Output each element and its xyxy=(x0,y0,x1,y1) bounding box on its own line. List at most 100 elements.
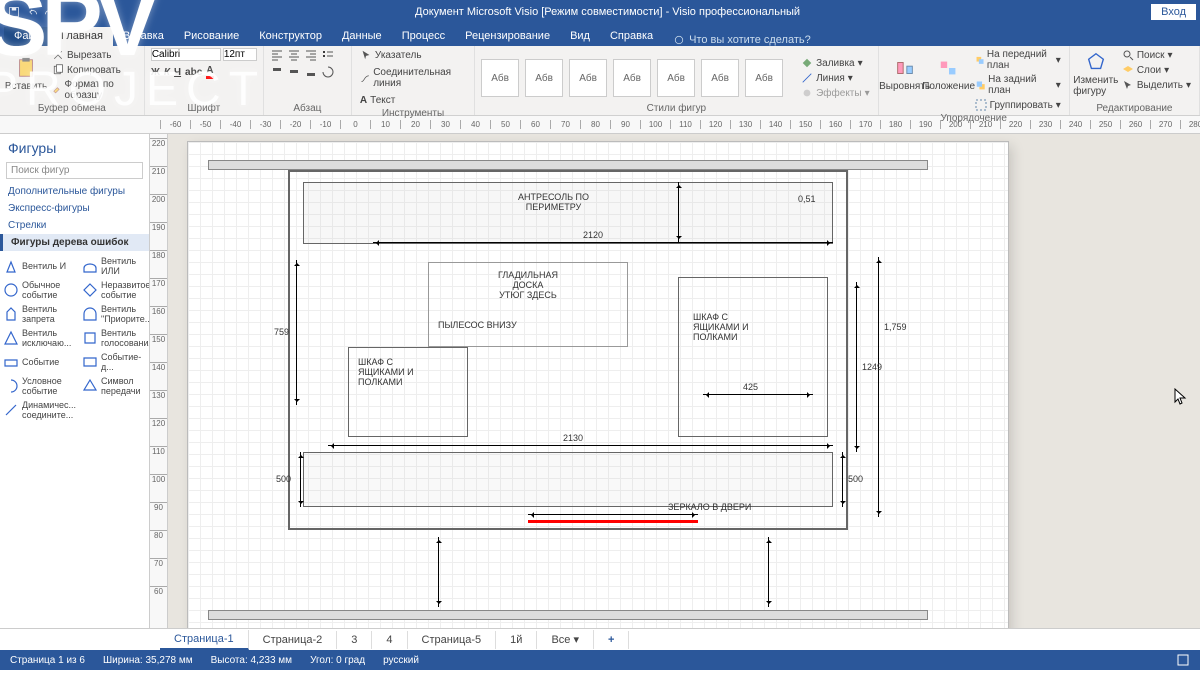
stencil-0[interactable]: Вентиль И xyxy=(2,255,77,277)
tab-draw[interactable]: Рисование xyxy=(174,27,249,46)
stencil-2[interactable]: Обычное событие xyxy=(2,279,77,301)
shapes-cat-1[interactable]: Экспресс-фигуры xyxy=(0,200,149,217)
text-tool[interactable]: АТекст xyxy=(358,94,468,107)
shapes-cat-3[interactable]: Фигуры дерева ошибок xyxy=(0,234,149,251)
stencil-11[interactable]: Символ передачи xyxy=(81,375,149,397)
style-2[interactable]: Абв xyxy=(525,59,563,97)
style-7[interactable]: Абв xyxy=(745,59,783,97)
view-mode-icon[interactable] xyxy=(1176,653,1190,667)
italic-button[interactable]: К xyxy=(164,67,170,78)
page-tab-3[interactable]: 3 xyxy=(337,631,372,649)
stencil-1[interactable]: Вентиль ИЛИ xyxy=(81,255,149,277)
align-middle-icon[interactable] xyxy=(287,65,301,79)
stencil-6[interactable]: Вентиль исключаю... xyxy=(2,327,77,349)
redo-icon[interactable] xyxy=(44,6,56,18)
stencil-10[interactable]: Условное событие xyxy=(2,375,77,397)
change-shape-button[interactable]: Изменить фигуру xyxy=(1076,48,1116,100)
stencil-3[interactable]: Неразвитое событие xyxy=(81,279,149,301)
shapes-search[interactable]: Поиск фигур xyxy=(6,162,143,179)
dim-1759-label: 1,759 xyxy=(884,322,907,332)
format-painter-button[interactable]: Формат по образцу xyxy=(50,78,138,102)
shapes-cat-2[interactable]: Стрелки xyxy=(0,217,149,234)
tab-review[interactable]: Рецензирование xyxy=(455,27,560,46)
page-tab-all[interactable]: Все ▾ xyxy=(537,630,594,649)
tab-view[interactable]: Вид xyxy=(560,27,600,46)
page-tab-1[interactable]: Страница-1 xyxy=(160,630,249,650)
page-tab-2[interactable]: Страница-2 xyxy=(249,631,338,649)
label-mirror: ЗЕРКАЛО В ДВЕРИ xyxy=(668,502,751,512)
line-button[interactable]: Линия▾ xyxy=(799,71,872,85)
dim-mezz-h xyxy=(678,182,679,242)
align-left-icon[interactable] xyxy=(270,48,284,62)
page-tab-6[interactable]: 1й xyxy=(496,631,537,649)
cabinet-right[interactable] xyxy=(678,277,828,437)
tab-help[interactable]: Справка xyxy=(600,27,663,46)
dim-759 xyxy=(296,260,297,405)
align-center-icon[interactable] xyxy=(287,48,301,62)
align-button[interactable]: Выровнять xyxy=(885,48,925,100)
connector-tool[interactable]: Соединительная линия xyxy=(358,66,468,90)
send-back-button[interactable]: На задний план▾ xyxy=(973,73,1063,97)
stencil-12[interactable]: Динамичес... соедините... xyxy=(2,399,77,421)
position-button[interactable]: Положение xyxy=(929,48,969,100)
strike-button[interactable]: abc xyxy=(185,67,202,78)
bottom-section[interactable] xyxy=(303,452,833,507)
status-page: Страница 1 из 6 xyxy=(10,655,85,666)
page-tab-add[interactable]: + xyxy=(594,631,629,649)
style-6[interactable]: Абв xyxy=(701,59,739,97)
bring-front-button[interactable]: На передний план▾ xyxy=(973,48,1063,72)
pointer-tool[interactable]: Указатель xyxy=(358,48,468,62)
font-family[interactable] xyxy=(151,48,221,61)
underline-button[interactable]: Ч xyxy=(174,67,181,78)
stencil-7[interactable]: Вентиль голосования xyxy=(81,327,149,349)
login-button[interactable]: Вход xyxy=(1151,4,1196,20)
mirror-door[interactable] xyxy=(528,520,698,523)
shapes-cat-0[interactable]: Дополнительные фигуры xyxy=(0,183,149,200)
layers-button[interactable]: Слои▾ xyxy=(1120,63,1193,77)
ribbon: Вставить Вырезать Копировать Формат по о… xyxy=(0,46,1200,116)
style-5[interactable]: Абв xyxy=(657,59,695,97)
canvas[interactable]: АНТРЕСОЛЬ ПО ПЕРИМЕТРУ 2120 0,51 759 1,7… xyxy=(168,134,1200,628)
tab-file[interactable]: Файл xyxy=(4,27,51,46)
page-tab-5[interactable]: Страница-5 xyxy=(408,631,497,649)
bullets-icon[interactable] xyxy=(321,48,335,62)
find-button[interactable]: Поиск▾ xyxy=(1120,48,1193,62)
align-top-icon[interactable] xyxy=(270,65,284,79)
paste-button[interactable]: Вставить xyxy=(6,48,46,100)
stencil-9[interactable]: Событие-д... xyxy=(81,351,149,373)
dim-2130 xyxy=(328,445,833,446)
label-cabinet-r: ШКАФ С ЯЩИКАМИ И ПОЛКАМИ xyxy=(693,312,749,342)
align-right-icon[interactable] xyxy=(304,48,318,62)
stencil-5[interactable]: Вентиль "Приорите... xyxy=(81,303,149,325)
tell-me[interactable]: Что вы хотите сделать? xyxy=(673,34,811,46)
undo-icon[interactable] xyxy=(26,6,38,18)
document-title: Документ Microsoft Visio [Режим совмести… xyxy=(64,6,1151,18)
font-color-button[interactable]: А xyxy=(206,65,213,79)
stencil-8[interactable]: Событие xyxy=(2,351,77,373)
cut-button[interactable]: Вырезать xyxy=(50,48,138,62)
style-3[interactable]: Абв xyxy=(569,59,607,97)
copy-button[interactable]: Копировать xyxy=(50,63,138,77)
save-icon[interactable] xyxy=(8,6,20,18)
fill-button[interactable]: Заливка▾ xyxy=(799,56,872,70)
drawing-page[interactable]: АНТРЕСОЛЬ ПО ПЕРИМЕТРУ 2120 0,51 759 1,7… xyxy=(188,142,1008,628)
font-size[interactable] xyxy=(223,48,257,61)
page-tab-4[interactable]: 4 xyxy=(372,631,407,649)
tab-design[interactable]: Конструктор xyxy=(249,27,332,46)
bold-button[interactable]: Ж xyxy=(151,67,160,78)
rotate-icon[interactable] xyxy=(321,65,335,79)
label-vacuum: ПЫЛЕСОС ВНИЗУ xyxy=(438,320,517,330)
stencil-4[interactable]: Вентиль запрета xyxy=(2,303,77,325)
group-button[interactable]: Группировать▾ xyxy=(973,98,1063,112)
align-bottom-icon[interactable] xyxy=(304,65,318,79)
tab-data[interactable]: Данные xyxy=(332,27,392,46)
select-button[interactable]: Выделить▾ xyxy=(1120,78,1193,92)
tab-insert[interactable]: Вставка xyxy=(113,27,174,46)
style-4[interactable]: Абв xyxy=(613,59,651,97)
tab-home[interactable]: Главная xyxy=(51,27,113,46)
effects-button[interactable]: Эффекты▾ xyxy=(799,86,872,100)
dim-051-label: 0,51 xyxy=(798,194,816,204)
dim-2130-label: 2130 xyxy=(563,433,583,443)
tab-process[interactable]: Процесс xyxy=(392,27,455,46)
style-1[interactable]: Абв xyxy=(481,59,519,97)
